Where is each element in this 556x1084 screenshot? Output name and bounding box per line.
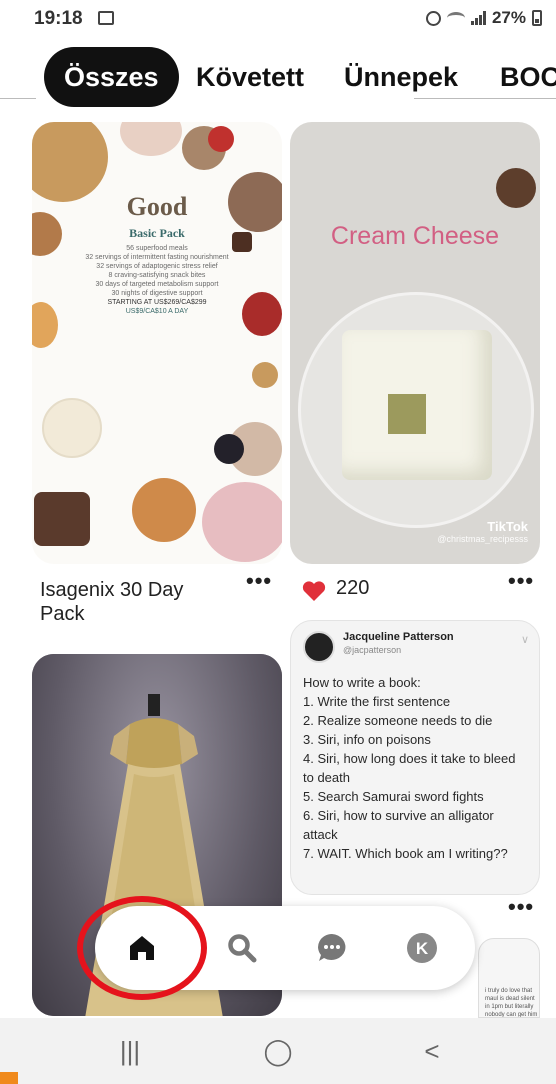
profile-avatar-icon: K: [407, 933, 437, 963]
gallery-notification-icon: [98, 11, 114, 25]
tabs-divider: [0, 98, 36, 99]
tweet-line: 2. Realize someone needs to die: [303, 713, 493, 728]
more-options-button[interactable]: •••: [246, 570, 272, 592]
back-button[interactable]: <: [392, 1018, 472, 1084]
cheese-stripe: [388, 394, 426, 434]
home-highlight-circle: [77, 896, 207, 1000]
battery-percent: 27%: [491, 8, 526, 27]
fruit-image: [32, 302, 58, 348]
image-line: STARTING AT US$269/CA$299: [107, 299, 207, 306]
recent-apps-button[interactable]: |||: [90, 1018, 170, 1084]
smoothie-bowl-image: [202, 482, 282, 562]
more-options-button[interactable]: •••: [508, 570, 534, 592]
food-bowl-image: [120, 122, 182, 156]
blueberries-image: [214, 434, 244, 464]
android-home-button[interactable]: ◯: [238, 1018, 318, 1084]
tweet-line: 7. WAIT. Which book am I writing??: [303, 846, 508, 861]
more-options-button[interactable]: •••: [508, 896, 534, 918]
nav-profile-button[interactable]: K: [397, 923, 447, 973]
tweet-author-name: Jacqueline Patterson: [343, 631, 454, 643]
image-title: Good: [126, 192, 188, 221]
feed-tabs: Összes Követett Ünnepek BOC: [0, 40, 556, 110]
pin-caption[interactable]: Isagenix 30 Day Pack: [40, 578, 220, 626]
chat-bubble-icon: [318, 934, 346, 961]
tiktok-watermark: TikTok @christmas_recipesss: [437, 519, 528, 544]
pin-card-cream-cheese[interactable]: Cream Cheese TikTok @christmas_recipesss: [290, 122, 540, 564]
cream-bowl-image: [42, 398, 102, 458]
nav-messages-button[interactable]: [307, 923, 357, 973]
tiktok-logo: TikTok: [487, 519, 528, 534]
image-text-lines: 56 superfood meals 32 servings of interm…: [62, 244, 252, 316]
pinecone-image: [496, 168, 536, 208]
brownie-image: [34, 492, 90, 546]
tiktok-handle: @christmas_recipesss: [437, 534, 528, 544]
pin-card-partial[interactable]: i truly do love that maul is dead silent…: [478, 938, 540, 1018]
image-line: 30 days of targeted metabolism support: [95, 281, 219, 288]
image-subtitle: Basic Pack: [129, 226, 185, 240]
pin-card-isagenix[interactable]: Good Basic Pack 56 superfood meals 32 se…: [32, 122, 282, 564]
pin-card-tweet[interactable]: Jacqueline Patterson @jacpatterson ∨ How…: [290, 620, 540, 895]
image-title: Cream Cheese: [330, 222, 500, 250]
reaction-count: 220: [336, 577, 370, 599]
profile-avatar-letter: K: [416, 939, 429, 958]
food-bowl-image: [32, 122, 108, 202]
nav-search-button[interactable]: [217, 923, 267, 973]
strawberry-image: [208, 126, 234, 152]
tweet-line: 6. Siri, how to survive an alligator att…: [303, 808, 494, 842]
tweet-line: 3. Siri, info on poisons: [303, 732, 431, 747]
food-bowl-image: [132, 478, 196, 542]
decorative-strip: [0, 1072, 18, 1084]
image-line: 32 servings of intermittent fasting nour…: [85, 254, 229, 261]
tweet-line: 4. Siri, how long does it take to bleed …: [303, 751, 516, 785]
tabs-divider: [414, 98, 556, 99]
tweet-text: How to write a book: 1. Write the first …: [303, 673, 529, 863]
wifi-icon: [446, 12, 465, 24]
tweet-line: 5. Search Samurai sword fights: [303, 789, 484, 804]
image-line: 30 nights of digestive support: [111, 290, 203, 297]
tab-following[interactable]: Követett: [196, 47, 304, 107]
alarm-icon: [425, 10, 441, 26]
tweet-avatar: [303, 631, 335, 663]
search-icon: [228, 934, 257, 963]
battery-icon: [532, 10, 542, 26]
image-line: US$9/CA$10 A DAY: [125, 308, 189, 315]
image-line: 32 servings of adaptogenic stress relief: [96, 263, 218, 270]
tweet-line: 1. Write the first sentence: [303, 694, 451, 709]
chevron-down-icon: ∨: [520, 634, 529, 646]
heart-reaction-icon: [302, 581, 326, 601]
tab-all[interactable]: Összes: [44, 47, 179, 107]
tweet-author-handle: @jacpatterson: [343, 645, 402, 655]
status-indicators: 27%: [425, 8, 542, 28]
status-bar: 19:18 27%: [0, 0, 556, 40]
tweet-line: How to write a book:: [303, 675, 421, 690]
signal-icon: [470, 11, 486, 25]
android-navigation-bar: ||| ◯ <: [0, 1018, 556, 1084]
image-line: 56 superfood meals: [126, 245, 188, 252]
status-time: 19:18: [34, 8, 83, 29]
image-line: 8 craving-satisfying snack bites: [108, 272, 206, 279]
pin-text: i truly do love that maul is dead silent…: [485, 988, 538, 1018]
cookie-image: [252, 362, 278, 388]
